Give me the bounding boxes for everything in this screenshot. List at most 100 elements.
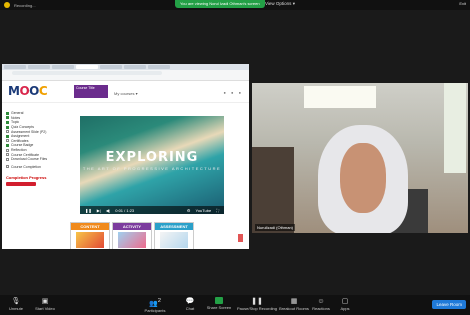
card-label: CONTENT — [71, 223, 109, 230]
fullscreen-icon[interactable]: ⛶ — [216, 208, 219, 213]
participant-name: NurulIzadi (Othman) — [255, 224, 296, 231]
address-bar[interactable] — [12, 71, 162, 75]
unmute-label: Unmute — [8, 306, 23, 311]
mooc-logo[interactable]: MOOC — [8, 84, 48, 98]
video-player[interactable]: EXPLORING THE ART OF PROGRESSIVE ARCHITE… — [80, 116, 224, 214]
checkbox-icon — [6, 153, 9, 157]
start-video-button[interactable]: ▣ Start Video — [25, 297, 65, 311]
checkbox-icon — [6, 125, 9, 129]
browser-tab[interactable] — [100, 65, 122, 69]
participants-label: Participants — [144, 308, 166, 314]
top-right-exit[interactable]: Exit — [459, 1, 466, 6]
logo-letter: C — [38, 84, 48, 98]
logo-letter: O — [19, 84, 30, 98]
chevron-down-icon: ▾ — [135, 91, 138, 96]
course-index-label: Topic — [11, 120, 20, 125]
participant-video[interactable]: NurulIzadi (Othman) — [252, 83, 468, 233]
zoom-top-bar: Recording... You are viewing Norul Izadi… — [0, 0, 470, 10]
leave-room-button[interactable]: Leave Room — [432, 300, 466, 309]
content-card[interactable]: CONTENT — [70, 222, 110, 249]
participants-icon: 👥2 — [149, 298, 161, 308]
view-options-label: View Options — [265, 1, 292, 6]
course-index-label: Course Badge — [11, 143, 34, 148]
course-index-label: Assignment — [11, 134, 30, 139]
participants-button[interactable]: 👥2 Participants — [135, 297, 175, 313]
video-subtitle: THE ART OF PROGRESSIVE ARCHITECTURE — [82, 166, 222, 171]
my-courses-label: My courses — [114, 91, 135, 96]
next-icon[interactable]: ▶| — [97, 208, 101, 213]
pause-icon: ❚❚ — [251, 298, 263, 305]
checkbox-icon — [6, 120, 9, 124]
completion-progress-bar — [6, 182, 36, 187]
recording-dot-icon — [4, 2, 10, 8]
recording-indicator[interactable]: Recording... — [4, 2, 36, 8]
share-screen-icon — [215, 297, 223, 304]
checkbox-icon — [6, 157, 9, 161]
participants-count: 2 — [157, 298, 161, 304]
view-options-button[interactable]: View Options ▾ — [265, 1, 295, 7]
browser-tab[interactable] — [4, 65, 26, 69]
settings-gear-icon[interactable]: ⚙ — [187, 208, 191, 213]
zoom-toolbar: 🎙 Unmute ▣ Start Video 👥2 Participants 💬 Cha… — [0, 295, 470, 315]
my-courses-select[interactable]: My courses ▾ — [114, 91, 138, 96]
logo-letter: M — [8, 84, 20, 98]
chevron-down-icon: ▾ — [292, 1, 295, 6]
viewing-notice: You are viewing Norul Izadi Othman's scr… — [175, 0, 265, 8]
play-pause-icon[interactable]: ❚❚ — [85, 208, 92, 213]
course-index: General Notes Topic Quiz Concepts Assessment… — [6, 111, 70, 187]
card-image — [76, 232, 104, 248]
pause-recording-button[interactable]: ❚❚ Pause/Stop Recording — [236, 297, 278, 311]
apps-icon: ▢ — [341, 298, 349, 305]
course-index-label: Course Certificate — [11, 152, 40, 157]
video-time: 0:01 / 1:23 — [115, 207, 135, 213]
share-screen-label: Share Screen — [206, 305, 232, 310]
course-index-label: Notes — [11, 115, 21, 120]
course-index-label: Quiz Concepts — [11, 125, 34, 130]
checkbox-icon — [6, 134, 9, 138]
pause-recording-label: Pause/Stop Recording — [236, 306, 278, 311]
chat-label: Chat — [185, 306, 195, 311]
checkbox-icon — [6, 143, 9, 147]
browser-tab-active[interactable] — [76, 65, 98, 69]
course-completion-label: Course Completion — [11, 164, 41, 169]
scroll-to-top-button[interactable] — [238, 234, 243, 242]
browser-tab[interactable] — [52, 65, 74, 69]
section-cards: CONTENT ACTIVITY ASSESSMENT — [70, 222, 194, 249]
course-index-list: General Notes Topic Quiz Concepts Assessment… — [6, 111, 70, 162]
recording-label: Recording... — [14, 2, 36, 8]
card-label: ASSESSMENT — [155, 223, 193, 230]
browser-tab[interactable] — [28, 65, 50, 69]
browser-tab[interactable] — [148, 65, 170, 69]
header-icons[interactable]: ● ● ● — [224, 90, 243, 95]
card-image — [118, 232, 146, 248]
course-index-label: Certificates — [11, 138, 29, 143]
volume-icon[interactable]: ◀) — [106, 208, 110, 213]
video-title: EXPLORING — [105, 150, 199, 165]
checkbox-icon — [6, 148, 9, 152]
site-header: MOOC Course Title My courses ▾ ● ● ● — [2, 81, 249, 103]
browser-tab[interactable] — [124, 65, 146, 69]
course-index-label: General — [11, 111, 24, 116]
youtube-logo[interactable]: YouTube — [195, 208, 211, 213]
start-video-label: Start Video — [35, 306, 55, 311]
course-index-label: Reflection — [11, 148, 27, 153]
checkbox-icon — [6, 165, 9, 169]
course-completion-link[interactable]: Course Completion — [6, 165, 70, 170]
participant-face — [340, 143, 386, 213]
activity-card[interactable]: ACTIVITY — [112, 222, 152, 249]
checkbox-icon — [6, 130, 9, 134]
video-off-icon: ▣ — [41, 298, 49, 305]
shared-screen: MOOC Course Title My courses ▾ ● ● ● Gen… — [2, 64, 249, 249]
course-title-badge: Course Title — [74, 85, 108, 98]
ceiling-light — [304, 86, 376, 108]
card-image — [160, 232, 188, 248]
video-controls: ❚❚ ▶| ◀) 0:01 / 1:23 ⚙ YouTube ⛶ — [80, 206, 224, 214]
checkbox-icon — [6, 139, 9, 143]
share-screen-button[interactable]: Share Screen — [199, 297, 239, 310]
apps-button[interactable]: ▢ Apps — [325, 297, 365, 311]
course-index-label: Download Course Files — [11, 157, 48, 162]
assessment-card[interactable]: ASSESSMENT — [154, 222, 194, 249]
card-label: ACTIVITY — [113, 223, 151, 230]
completion-progress-title: Completion Progress — [6, 175, 47, 181]
cabinet — [252, 147, 294, 233]
